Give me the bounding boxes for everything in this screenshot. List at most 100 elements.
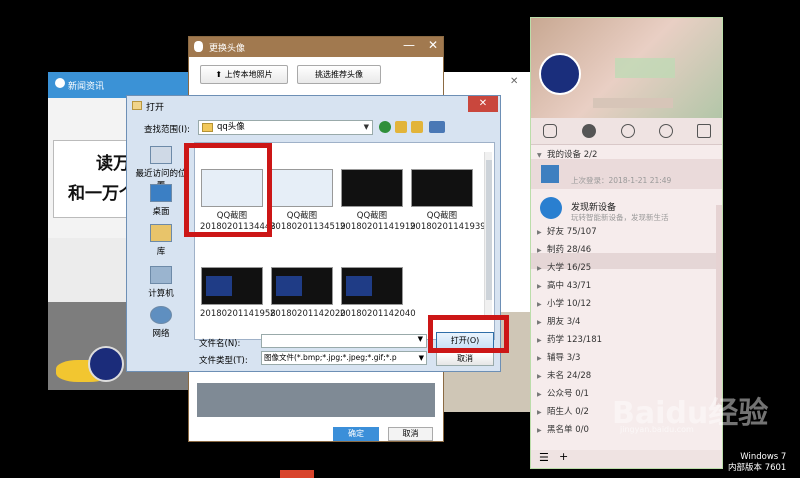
group-count: 3/4: [566, 317, 581, 327]
group-row[interactable]: ▶ 朋友 3/4: [537, 315, 580, 327]
qq-panel-tabs: [531, 118, 722, 145]
group-count: 3/3: [566, 353, 581, 363]
highlight-selected-file: [184, 143, 272, 237]
ok-button[interactable]: 确定: [333, 427, 379, 441]
group-name: 好友: [547, 227, 565, 237]
file-thumbnail: [411, 169, 473, 207]
chevron-down-icon[interactable]: ▼: [418, 335, 423, 343]
group-row[interactable]: ▶ 药学 123/181: [537, 333, 602, 345]
file-type-select[interactable]: 图像文件(*.bmp;*.jpg;*.jpeg;*.gif;*.p ▼: [261, 351, 427, 365]
place-libraries-label: 库: [156, 247, 166, 257]
group-row[interactable]: ▶ 制药 28/46: [537, 243, 591, 255]
blurred-nickname: [615, 58, 675, 78]
message-icon[interactable]: [543, 124, 557, 138]
place-desktop[interactable]: 桌面: [133, 184, 189, 217]
group-name: 未名: [547, 371, 565, 381]
apps-icon[interactable]: [659, 124, 673, 138]
group-row[interactable]: ▶ 未名 24/28: [537, 369, 591, 381]
group-row[interactable]: ▶ 陌生人 0/2: [537, 405, 589, 417]
file-name-line2: 20180201142040: [340, 309, 416, 319]
file-name-line1: QQ截图: [426, 211, 458, 221]
group-icon[interactable]: [621, 124, 635, 138]
qq-penguin-icon: [194, 41, 203, 52]
scrollbar-thumb[interactable]: [486, 160, 492, 300]
chevron-right-icon: ▶: [537, 355, 542, 362]
qq-panel-footer: ☰ +: [531, 450, 722, 468]
windows-version-watermark: Windows 7 内部版本 7601: [728, 452, 786, 474]
cancel-button[interactable]: 取消: [388, 427, 433, 441]
new-folder-icon[interactable]: [411, 121, 423, 133]
view-menu-icon[interactable]: [429, 121, 445, 133]
main-menu-icon[interactable]: ☰: [539, 451, 549, 464]
news-avatar: [88, 346, 124, 382]
avatar[interactable]: [539, 53, 581, 95]
close-button[interactable]: ✕: [428, 38, 438, 52]
recommended-avatar-strip[interactable]: [197, 383, 435, 417]
place-network[interactable]: 网络: [133, 306, 189, 339]
dialog-close-button[interactable]: ✕: [468, 96, 498, 112]
file-list-scrollbar[interactable]: [484, 152, 492, 316]
chevron-down-icon: ▼: [416, 352, 424, 364]
contacts-icon[interactable]: [582, 124, 596, 138]
file-name-input[interactable]: ▼: [261, 334, 427, 348]
upload-icon: ⬆: [215, 70, 225, 79]
group-name: 陌生人: [547, 407, 573, 417]
group-row[interactable]: ▶ 辅导 3/3: [537, 351, 580, 363]
chevron-right-icon: ▶: [537, 391, 542, 398]
group-count: 43/71: [566, 281, 592, 291]
file-item[interactable]: 20180201141958: [200, 267, 276, 320]
chevron-right-icon: ▶: [537, 373, 542, 380]
file-item[interactable]: QQ截图 20180201134519: [270, 169, 346, 233]
os-name: Windows 7: [740, 452, 787, 462]
file-item[interactable]: QQ截图 20180201141919: [340, 169, 416, 233]
place-computer[interactable]: 计算机: [133, 266, 189, 299]
group-count: 24/28: [566, 371, 592, 381]
file-type-label: 文件类型(T):: [199, 356, 248, 366]
pick-recommended-avatar-button[interactable]: 挑选推荐头像: [297, 65, 381, 84]
news-headline-line-1: 读万: [96, 154, 130, 174]
file-name-line2: 20180201141958: [200, 309, 276, 319]
star-icon[interactable]: [697, 124, 711, 138]
recent-places-icon: [150, 146, 172, 164]
desktop-icon: [150, 184, 172, 202]
group-name: 药学: [547, 335, 565, 345]
taskbar-item[interactable]: [280, 470, 314, 478]
minimize-button[interactable]: —: [403, 38, 415, 52]
file-item[interactable]: 20180201142020: [270, 267, 346, 320]
contact-list-scrollbar[interactable]: [716, 205, 722, 405]
look-in-value: qq头像: [217, 122, 245, 132]
chevron-down-icon: ▼: [363, 123, 369, 131]
discover-subtitle: 玩转智能新设备，发现新生活: [571, 213, 669, 222]
group-name: 公众号: [547, 389, 573, 399]
change-avatar-titlebar: 更换头像 — ✕: [189, 37, 443, 57]
upload-local-photo-button[interactable]: ⬆ 上传本地照片: [200, 65, 288, 84]
file-name-line1: QQ截图: [286, 211, 318, 221]
group-row[interactable]: ▶ 公众号 0/1: [537, 387, 589, 399]
highlight-open-button: [428, 315, 509, 353]
look-in-combobox[interactable]: qq头像 ▼: [198, 120, 373, 135]
group-count: 10/12: [566, 299, 592, 309]
close-icon[interactable]: ✕: [510, 76, 518, 87]
file-thumbnail: [201, 267, 263, 305]
group-row[interactable]: ▶ 小学 10/12: [537, 297, 591, 309]
file-thumbnail: [341, 267, 403, 305]
group-row[interactable]: ▶ 好友 75/107: [537, 225, 597, 237]
group-name: 辅导: [547, 353, 565, 363]
group-row[interactable]: ▶ 高中 43/71: [537, 279, 591, 291]
group-row[interactable]: ▶ 大学 16/25: [537, 261, 591, 273]
up-folder-icon[interactable]: [395, 121, 407, 133]
file-item[interactable]: QQ截图 20180201141939: [410, 169, 486, 233]
dialog-cancel-button[interactable]: 取消: [436, 352, 494, 366]
group-row[interactable]: ▶ 黑名单 0/0: [537, 423, 589, 435]
add-icon[interactable]: +: [559, 450, 568, 463]
computer-icon: [150, 266, 172, 284]
place-libraries[interactable]: 库: [133, 224, 189, 257]
qq-panel-header: [531, 18, 722, 118]
back-icon[interactable]: [379, 121, 391, 133]
folder-icon: [132, 101, 142, 110]
file-item[interactable]: 20180201142040: [340, 267, 416, 320]
file-thumbnail: [341, 169, 403, 207]
group-name: 制药: [547, 245, 565, 255]
file-name-line2: 20180201134519: [270, 222, 346, 232]
file-thumbnail: [271, 267, 333, 305]
